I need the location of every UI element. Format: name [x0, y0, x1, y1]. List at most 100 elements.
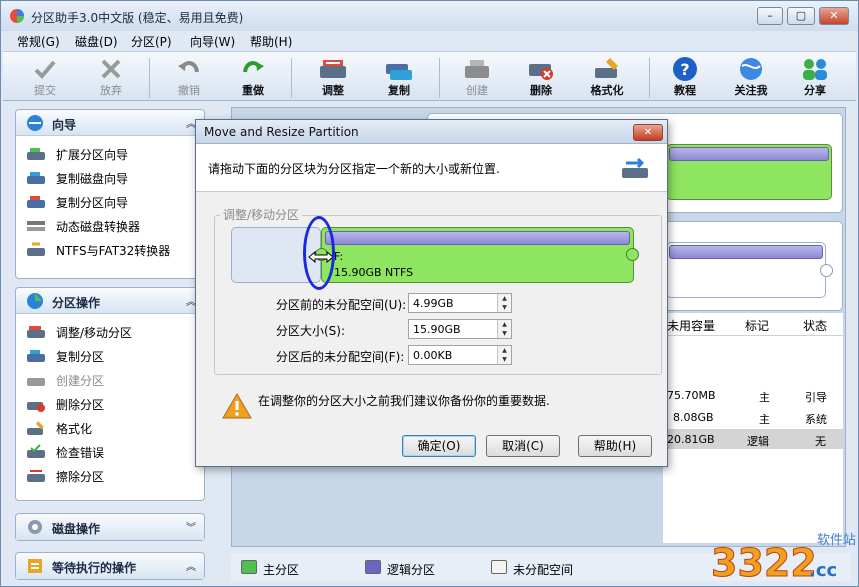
col-header-free[interactable]: 未用容量 — [667, 317, 715, 334]
unallocated-swatch — [491, 560, 507, 574]
disk-ops-panel: 磁盘操作 ︾ — [15, 513, 205, 541]
expand-icon[interactable]: ︾ — [186, 519, 196, 534]
menu-general[interactable]: 常规(G) — [17, 33, 60, 50]
resize-handle[interactable] — [820, 264, 833, 277]
wizard-icon — [27, 115, 43, 131]
watermark-graphic: 软件站 3322 .cc — [711, 533, 857, 586]
spin-arrows-icon[interactable]: ▲ ▼ — [497, 294, 511, 312]
dialog-title-bar[interactable]: Move and Resize Partition ✕ — [196, 120, 667, 144]
col-header-flag[interactable]: 标记 — [745, 317, 769, 334]
menu-partition[interactable]: 分区(P) — [131, 33, 172, 50]
redo-label: 重做 — [242, 84, 264, 97]
share-button[interactable]: 分享 — [785, 54, 845, 100]
redo-button[interactable]: 重做 — [223, 54, 283, 100]
col-header-status[interactable]: 状态 — [803, 317, 827, 334]
pending-icon — [28, 559, 42, 573]
help-button[interactable]: 帮助(H) — [578, 435, 652, 457]
wizard-item-label: 动态磁盘转换器 — [56, 220, 141, 234]
title-bar[interactable]: 分区助手3.0中文版 (稳定、易用且免费) – ▢ ✕ — [1, 1, 858, 31]
ok-button[interactable]: 确定(O) — [402, 435, 476, 457]
partition-ops-icon — [27, 293, 43, 309]
header-divider — [663, 335, 843, 336]
close-button[interactable]: ✕ — [819, 7, 849, 25]
menu-bar: 常规(G) 磁盘(D) 分区(P) 向导(W) 帮助(H) — [1, 31, 858, 51]
watermark-brand: 3322 — [711, 541, 817, 584]
toolbar-separator — [291, 58, 292, 98]
partition-usage-bar — [669, 147, 829, 161]
unalloc-before-input[interactable]: 4.99GB ▲ ▼ — [408, 293, 512, 313]
cancel-button[interactable]: 取消(C) — [486, 435, 560, 457]
tutorial-label: 教程 — [674, 84, 696, 97]
move-resize-dialog: Move and Resize Partition ✕ 请拖动下面的分区块为分区… — [195, 119, 668, 467]
partition-size-input[interactable]: 15.90GB ▲ ▼ — [408, 319, 512, 339]
partition-usage-bar — [669, 245, 823, 259]
menu-wizard[interactable]: 向导(W) — [190, 33, 235, 50]
convert-icon — [27, 242, 45, 256]
right-resize-handle[interactable] — [626, 248, 639, 261]
spin-arrows-icon[interactable]: ▲ ▼ — [497, 346, 511, 364]
pending-ops-header[interactable]: 等待执行的操作 ︽ — [16, 553, 204, 579]
unalloc-after-input[interactable]: 0.00KB ▲ ▼ — [408, 345, 512, 365]
resize-label: 调整 — [322, 84, 344, 97]
table-row-selected[interactable]: 20.81GB 逻辑 无 — [663, 429, 843, 449]
format-button[interactable]: 格式化 — [577, 54, 637, 100]
discard-label: 放弃 — [100, 84, 122, 97]
partition-usage-bar — [325, 231, 630, 245]
partition-ops-header[interactable]: 分区操作 ︽ — [16, 288, 204, 314]
warning-icon — [222, 393, 252, 419]
unalloc-after-label: 分区后的未分配空间(F): — [276, 350, 405, 364]
commit-icon — [34, 60, 56, 79]
dialog-close-button[interactable]: ✕ — [633, 124, 663, 141]
group-label: 调整/移动分区 — [220, 206, 303, 223]
tutorial-button[interactable]: ? 教程 — [655, 54, 715, 100]
disk2-partition-bar[interactable] — [666, 242, 826, 298]
spin-arrows-icon[interactable]: ▲ ▼ — [497, 320, 511, 338]
wizard-item-label: 扩展分区向导 — [56, 148, 129, 162]
partition-ops-panel: 分区操作 ︽ 调整/移动分区 复制分区 创建分区 删除分区 格式化 检查错误 擦… — [15, 287, 205, 501]
cell-status: 引导 — [805, 391, 827, 404]
delete-button[interactable]: 删除 — [511, 54, 571, 100]
follow-button[interactable]: 关注我 — [721, 54, 781, 100]
disk-ops-title: 磁盘操作 — [52, 522, 101, 536]
wizard-item-label: 复制磁盘向导 — [56, 172, 129, 186]
cell-free: 75.70MB — [667, 389, 716, 402]
discard-button[interactable]: 放弃 — [81, 54, 141, 100]
partition-ops-title: 分区操作 — [52, 296, 101, 310]
create-button[interactable]: 创建 — [447, 54, 507, 100]
op-label: 创建分区 — [56, 374, 105, 388]
copy-button[interactable]: 复制 — [369, 54, 429, 100]
commit-label: 提交 — [34, 84, 56, 97]
highlight-annotation — [303, 216, 335, 290]
copy-disk-icon — [27, 172, 45, 184]
menu-disk[interactable]: 磁盘(D) — [75, 33, 118, 50]
wipe-icon — [27, 470, 45, 482]
op-label: 调整/移动分区 — [56, 326, 133, 340]
copy-icon — [27, 350, 45, 362]
disk1-partition-bar[interactable] — [666, 144, 832, 200]
format-icon — [27, 421, 44, 435]
partition-block[interactable]: F: 15.90GB NTFS — [321, 227, 634, 283]
wizard-item-label: 复制分区向导 — [56, 196, 129, 210]
cell-free: 20.81GB — [667, 433, 715, 446]
minimize-button[interactable]: – — [757, 7, 783, 25]
undo-button[interactable]: 撤销 — [159, 54, 219, 100]
collapse-icon[interactable]: ︽ — [186, 558, 196, 573]
follow-label: 关注我 — [734, 84, 768, 97]
resize-icon — [320, 60, 346, 78]
wizard-panel-header[interactable]: 向导 ︽ — [16, 110, 204, 136]
menu-help[interactable]: 帮助(H) — [250, 33, 292, 50]
commit-button[interactable]: 提交 — [15, 54, 75, 100]
gear-icon — [28, 520, 42, 534]
copy-icon — [386, 64, 412, 80]
watermark-logo: 软件站 3322 .cc — [707, 526, 857, 586]
legend-unallocated: 未分配空间 — [513, 563, 574, 577]
disk-ops-header[interactable]: 磁盘操作 ︾ — [16, 514, 204, 540]
resize-button[interactable]: 调整 — [303, 54, 363, 100]
help-icon: ? — [673, 57, 697, 81]
maximize-button[interactable]: ▢ — [787, 7, 815, 25]
op-label: 格式化 — [56, 422, 93, 436]
share-icon — [803, 59, 827, 80]
svg-text:?: ? — [680, 60, 689, 79]
create-icon — [465, 60, 489, 78]
follow-icon — [740, 58, 762, 80]
